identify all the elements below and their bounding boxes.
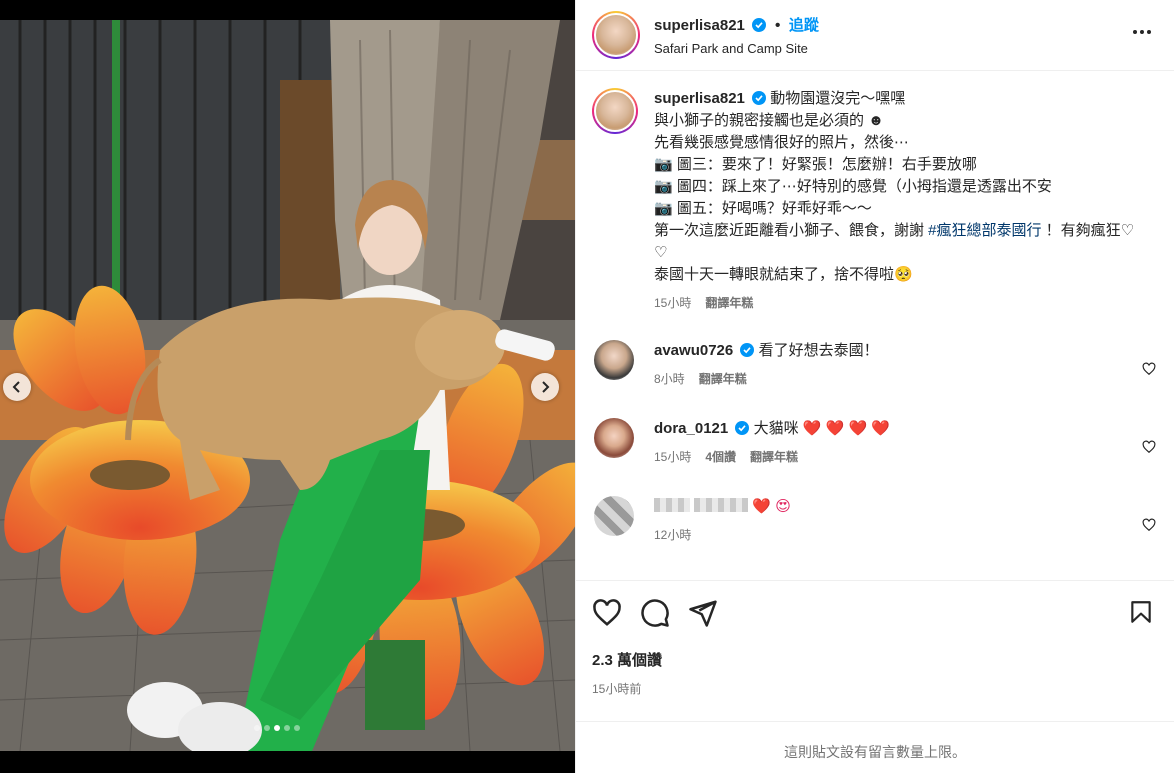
post-panel: superlisa821 • 追蹤 Safari Park and Camp S… [575, 0, 1174, 773]
next-slide-button[interactable] [531, 373, 559, 401]
comment-time: 15小時 [654, 450, 692, 464]
author-username[interactable]: superlisa821 [654, 17, 745, 34]
likes-count[interactable]: 2.3 萬個讚 [592, 649, 1158, 670]
commenter-avatar[interactable] [594, 496, 634, 536]
caption-line: 先看幾張感覺感情很好的照片，然後⋯ [654, 134, 910, 151]
more-options-button[interactable] [1130, 20, 1154, 44]
caption-time: 15小時 [654, 296, 692, 310]
chevron-left-icon [12, 381, 20, 393]
post-actions: 2.3 萬個讚 15小時前 [576, 580, 1174, 697]
caption-line: 📷 圖五：好喝嗎？好乖好乖～～ [654, 200, 872, 217]
slide-dot [284, 725, 290, 731]
comment-time: 8小時 [654, 372, 685, 386]
slide-dot [254, 725, 260, 731]
commenter-avatar[interactable] [594, 340, 634, 380]
slide-dot [264, 725, 270, 731]
hashtag-link[interactable]: #瘋狂總部泰國行 [928, 222, 1041, 239]
photo-image [0, 20, 575, 751]
comment-text: 大貓咪 [753, 420, 799, 437]
caption-avatar[interactable] [592, 88, 638, 134]
comment-item: ❤️ 😍 12小時 [576, 496, 1174, 546]
more-icon [1133, 30, 1137, 34]
verified-icon [740, 343, 755, 357]
likes-count[interactable]: 4個讚 [705, 450, 736, 464]
caption-line: 📷 圖三：要來了！好緊張！怎麼辦！右手要放哪 [654, 156, 977, 173]
verified-icon [735, 421, 750, 435]
translate-button[interactable]: 翻譯年糕 [705, 296, 753, 310]
heart-icon[interactable] [1142, 440, 1156, 454]
heart-icon[interactable] [592, 598, 622, 628]
commenter-username[interactable]: dora_0121 [654, 420, 728, 437]
comment-item: avawu0726 看了好想去泰國！ 8小時 翻譯年糕 [576, 340, 1174, 390]
slide-dot-active [274, 725, 280, 731]
caption-line: 泰國十天一轉眼就結束了，捨不得啦🥺 [654, 266, 913, 283]
comment-emoji: ❤️ ❤️ ❤️ ❤️ [802, 420, 890, 437]
caption-line: 📷 圖四：踩上來了⋯好特別的感覺（小拇指還是透露出不安 [654, 178, 1052, 195]
comment-time: 12小時 [654, 528, 692, 542]
post-time: 15小時前 [592, 682, 642, 696]
caption-line: 第一次這麼近距離看小獅子、餵食，謝謝 [654, 222, 929, 239]
comment-item: dora_0121 大貓咪 ❤️ ❤️ ❤️ ❤️ 15小時 4個讚 翻譯年糕 [576, 418, 1174, 468]
slide-indicator [254, 725, 300, 731]
comment-text: 看了好想去泰國！ [758, 342, 879, 359]
translate-button[interactable]: 翻譯年糕 [699, 372, 747, 386]
location-link[interactable]: Safari Park and Camp Site [654, 41, 819, 56]
chevron-right-icon [542, 381, 550, 393]
verified-icon [752, 18, 767, 32]
comment-emoji: ❤️ 😍 [752, 498, 791, 515]
author-avatar[interactable] [592, 11, 640, 59]
blurred-text [694, 498, 749, 512]
bookmark-icon[interactable] [1128, 599, 1154, 625]
verified-icon [752, 91, 767, 105]
caption-line: 動物園還沒完～嘿嘿 [770, 90, 906, 107]
caption-line: 與小獅子的親密接觸也是必須的 ☻ [654, 112, 884, 129]
caption-username[interactable]: superlisa821 [654, 90, 745, 107]
heart-icon[interactable] [1142, 518, 1156, 532]
translate-button[interactable]: 翻譯年糕 [750, 450, 798, 464]
commenter-avatar[interactable] [594, 418, 634, 458]
heart-icon[interactable] [1142, 362, 1156, 376]
post-photo[interactable] [0, 20, 575, 751]
comments-section: superlisa821 動物園還沒完～嘿嘿 與小獅子的親密接觸也是必須的 ☻ … [576, 72, 1174, 580]
blurred-username [654, 498, 690, 512]
slide-dot [294, 725, 300, 731]
commenter-username[interactable]: avawu0726 [654, 342, 733, 359]
separator: • [774, 17, 781, 34]
comments-limited-notice: 這則貼文設有留言數量上限。 [576, 721, 1174, 773]
post-header: superlisa821 • 追蹤 Safari Park and Camp S… [576, 0, 1174, 71]
previous-slide-button[interactable] [3, 373, 31, 401]
comment-icon[interactable] [640, 598, 670, 628]
post-caption: superlisa821 動物園還沒完～嘿嘿 與小獅子的親密接觸也是必須的 ☻ … [576, 72, 1174, 314]
follow-button[interactable]: 追蹤 [789, 17, 819, 34]
share-icon[interactable] [688, 598, 718, 628]
